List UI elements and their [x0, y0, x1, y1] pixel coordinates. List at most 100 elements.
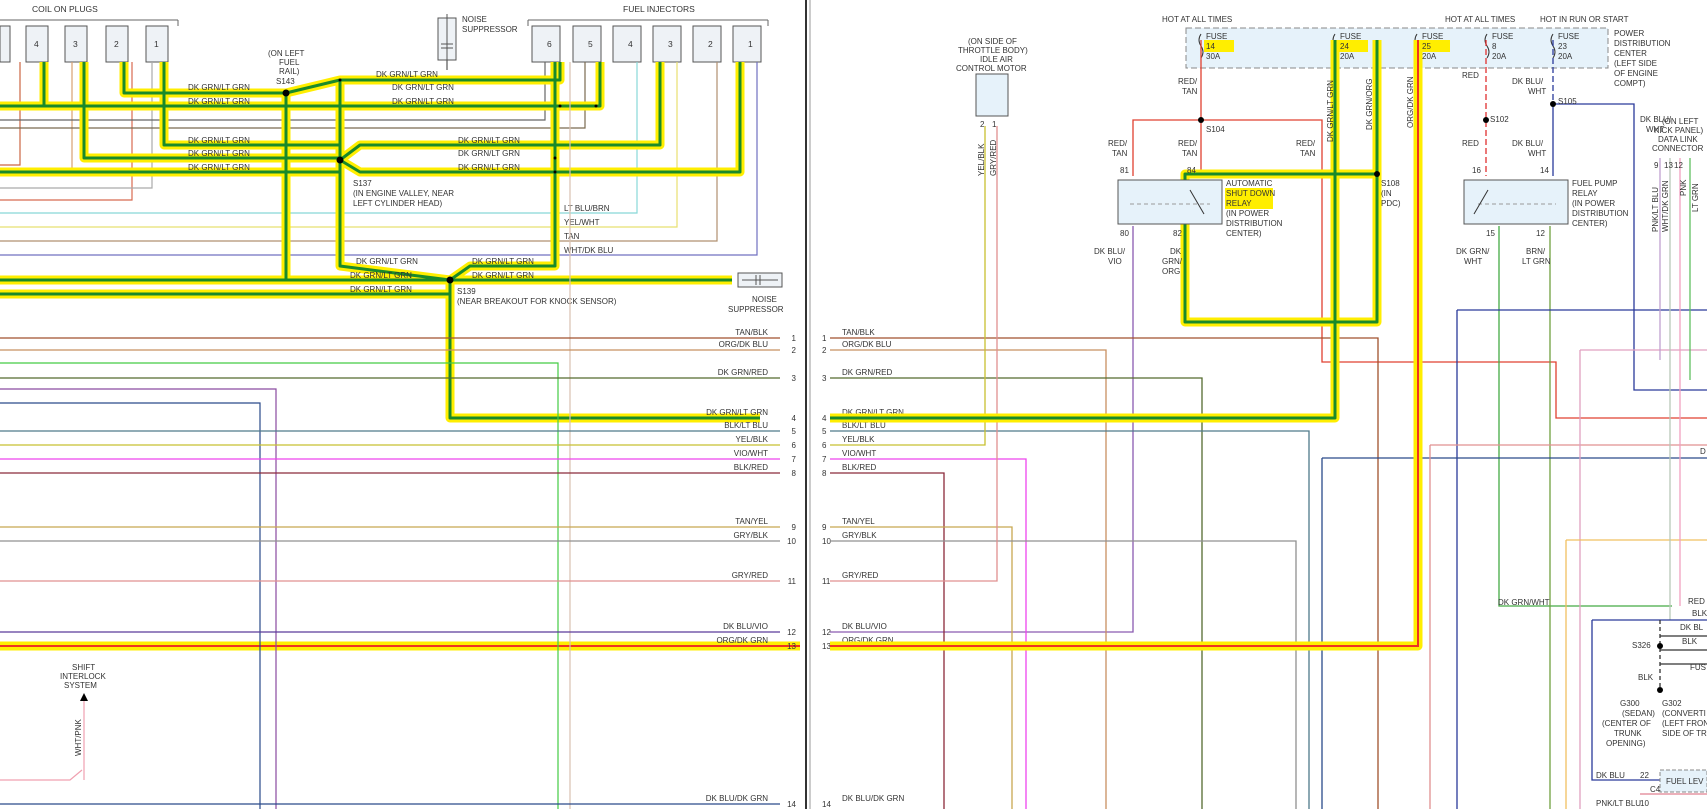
svg-text:(NEAR BREAKOUT FOR KNOCK SENSO: (NEAR BREAKOUT FOR KNOCK SENSOR) [457, 297, 617, 306]
svg-text:84: 84 [1187, 166, 1196, 175]
svg-text:(IN POWER: (IN POWER [1572, 199, 1615, 208]
pin-left-6: 6 [792, 441, 797, 450]
svg-text:DK GRN/LT GRN: DK GRN/LT GRN [376, 70, 438, 79]
svg-text:DK GRN/: DK GRN/ [1456, 247, 1490, 256]
idle-air-control-motor: (ON SIDE OF THROTTLE BODY) IDLE AIR CONT… [956, 37, 1028, 176]
coil-boxes: 4 3 2 1 [0, 25, 169, 63]
svg-text:1: 1 [748, 39, 753, 49]
svg-text:WHT: WHT [1528, 149, 1546, 158]
svg-text:SYSTEM: SYSTEM [64, 681, 97, 690]
svg-text:CENTER): CENTER) [1226, 229, 1262, 238]
svg-text:WHT/DK GRN: WHT/DK GRN [1661, 180, 1670, 232]
injector-2 [692, 25, 722, 63]
svg-text:NOISE: NOISE [752, 295, 777, 304]
svg-text:WHT/PNK: WHT/PNK [74, 718, 83, 756]
svg-text:LT GRN: LT GRN [1691, 183, 1700, 212]
svg-text:NOISE: NOISE [462, 15, 487, 24]
svg-text:S326: S326 [1632, 641, 1651, 650]
fuse-24-text-1: 24 [1340, 42, 1349, 51]
svg-text:SUPPRESSOR: SUPPRESSOR [462, 25, 518, 34]
svg-text:COMPT): COMPT) [1614, 79, 1646, 88]
svg-text:TAN: TAN [564, 232, 580, 241]
svg-text:RED/: RED/ [1108, 139, 1128, 148]
svg-text:SHIFT: SHIFT [72, 663, 95, 672]
svg-text:AUTOMATIC: AUTOMATIC [1226, 179, 1273, 188]
svg-text:DK GRN/LT GRN: DK GRN/LT GRN [392, 83, 454, 92]
svg-text:(LEFT FRON: (LEFT FRON [1662, 719, 1707, 728]
svg-text:CONTROL MOTOR: CONTROL MOTOR [956, 64, 1027, 73]
svg-text:DK BLU/: DK BLU/ [1094, 247, 1126, 256]
wire-label-right-6: YEL/BLK [842, 435, 875, 444]
wire-label-left-5: BLK/LT BLU [724, 421, 768, 430]
svg-text:RED: RED [1462, 139, 1479, 148]
svg-text:LEFT CYLINDER HEAD): LEFT CYLINDER HEAD) [353, 199, 443, 208]
wire-label-right-10: GRY/BLK [842, 531, 877, 540]
wire-label-right-8: BLK/RED [842, 463, 876, 472]
svg-text:DISTRIBUTION: DISTRIBUTION [1226, 219, 1283, 228]
svg-text:RELAY: RELAY [1226, 199, 1252, 208]
svg-text:HOT AT ALL TIMES: HOT AT ALL TIMES [1162, 15, 1232, 24]
svg-text:RAIL): RAIL) [279, 67, 300, 76]
svg-text:DK GRN/LT GRN: DK GRN/LT GRN [350, 285, 412, 294]
wire-label-left-8: BLK/RED [734, 463, 768, 472]
svg-text:DK GRN/ORG: DK GRN/ORG [1365, 78, 1374, 130]
wire-label-right-14: DK BLU/DK GRN [842, 794, 904, 803]
svg-text:HOT AT ALL TIMES: HOT AT ALL TIMES [1445, 15, 1515, 24]
svg-text:TRUNK: TRUNK [1614, 729, 1642, 738]
wiring-diagram: COIL ON PLUGS FUEL INJECTORS 4 3 2 1 NOI… [0, 0, 1707, 809]
svg-text:DK: DK [1170, 247, 1182, 256]
fuse-25-text-1: 25 [1422, 42, 1431, 51]
fuse-24-text-2: 20A [1340, 52, 1355, 61]
svg-text:PNK/LT BLU: PNK/LT BLU [1651, 187, 1660, 232]
asd-relay: AUTOMATIC SHUT DOWN RELAY (IN POWER DIST… [1117, 179, 1283, 238]
svg-text:PNK: PNK [1679, 179, 1688, 196]
svg-text:DK GRN/LT GRN: DK GRN/LT GRN [458, 136, 520, 145]
svg-text:PNK/LT BLU: PNK/LT BLU [1596, 799, 1641, 808]
svg-text:CENTER: CENTER [1614, 49, 1647, 58]
svg-text:BLK: BLK [1692, 609, 1707, 618]
wire-label-left-13: ORG/DK GRN [716, 636, 768, 645]
svg-text:D: D [1700, 447, 1706, 456]
shift-interlock: SHIFT INTERLOCK SYSTEM WHT/PNK [60, 663, 106, 756]
svg-text:GRN/: GRN/ [1162, 257, 1183, 266]
injector-4 [612, 25, 642, 63]
svg-text:IDLE AIR: IDLE AIR [980, 55, 1013, 64]
svg-text:DK GRN/LT GRN: DK GRN/LT GRN [188, 83, 250, 92]
wire-label-right-12: DK BLU/VIO [842, 622, 887, 631]
ground-area: S326 BLK G300 (SEDAN) (CENTER OF TRUNK O… [1596, 447, 1707, 808]
pin-right-3: 3 [822, 374, 827, 383]
splice-s139 [446, 276, 454, 284]
pin-left-12: 12 [787, 628, 796, 637]
svg-text:14: 14 [1540, 166, 1549, 175]
svg-text:80: 80 [1120, 229, 1129, 238]
svg-text:THROTTLE BODY): THROTTLE BODY) [958, 46, 1028, 55]
coil-on-plugs-title: COIL ON PLUGS [32, 4, 98, 14]
splice-s143 [282, 89, 290, 97]
pin-left-2: 2 [792, 346, 797, 355]
svg-text:FUEL LEV: FUEL LEV [1666, 777, 1704, 786]
svg-text:(LEFT SIDE: (LEFT SIDE [1614, 59, 1657, 68]
fuse-24-text-0: FUSE [1340, 32, 1361, 41]
svg-text:ORG: ORG [1162, 267, 1180, 276]
svg-text:SHUT DOWN: SHUT DOWN [1226, 189, 1275, 198]
svg-text:WHT: WHT [1646, 125, 1664, 134]
svg-text:22: 22 [1640, 771, 1649, 780]
fuse-8-text-0: FUSE [1492, 32, 1513, 41]
svg-text:G300: G300 [1620, 699, 1640, 708]
svg-text:SUPPRESSOR: SUPPRESSOR [728, 305, 784, 314]
fuse-14-text-1: 14 [1206, 42, 1215, 51]
svg-text:(IN: (IN [1381, 189, 1392, 198]
wire-label-right-9: TAN/YEL [842, 517, 875, 526]
svg-text:PDC): PDC) [1381, 199, 1401, 208]
right-panel: (ON SIDE OF THROTTLE BODY) IDLE AIR CONT… [830, 15, 1707, 809]
pin-right-6: 6 [822, 441, 827, 450]
svg-text:CENTER): CENTER) [1572, 219, 1608, 228]
left-panel: COIL ON PLUGS FUEL INJECTORS 4 3 2 1 NOI… [0, 4, 800, 809]
svg-text:HOT IN RUN OR START: HOT IN RUN OR START [1540, 15, 1629, 24]
wire-label-left-9: TAN/YEL [735, 517, 768, 526]
svg-text:(CONVERTI: (CONVERTI [1662, 709, 1706, 718]
splice-s108 [1374, 171, 1380, 177]
splice-s326 [1657, 643, 1663, 649]
dkgrn-harness-highlight [0, 62, 800, 651]
wire-label-left-12: DK BLU/VIO [723, 622, 768, 631]
